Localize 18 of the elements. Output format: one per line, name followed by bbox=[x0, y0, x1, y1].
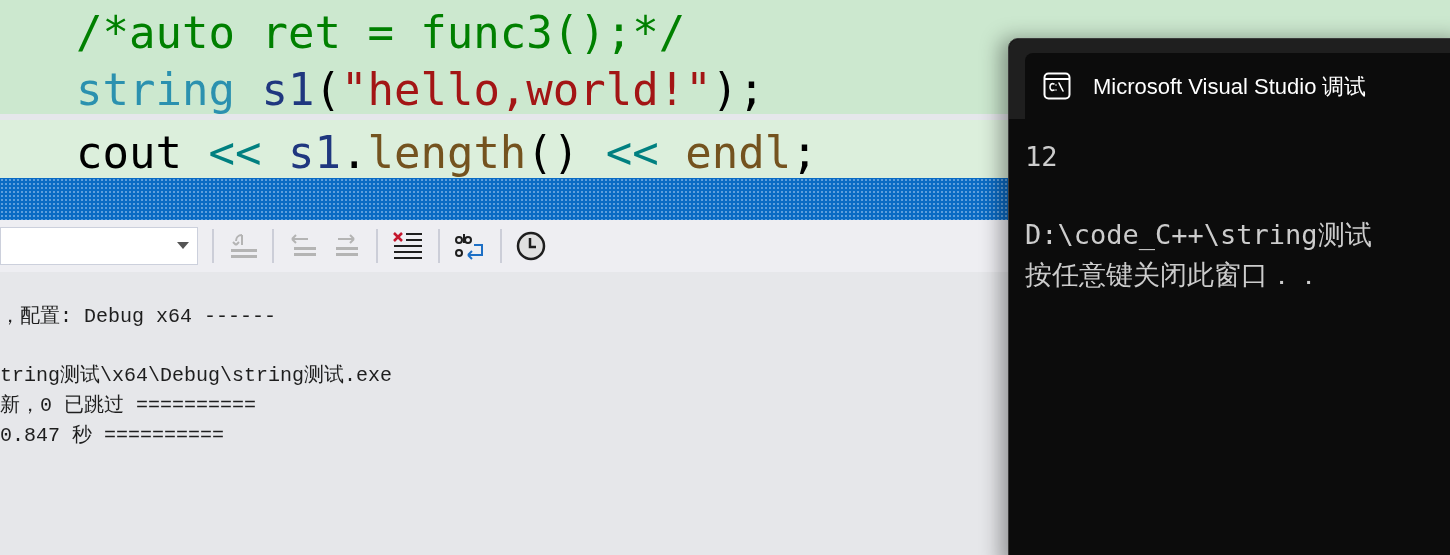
dropdown-caret-icon bbox=[177, 242, 189, 250]
console-line: D:\code_C++\string测试 bbox=[1025, 217, 1372, 252]
console-line: 12 bbox=[1025, 140, 1058, 174]
word-wrap-icon[interactable] bbox=[454, 231, 486, 261]
output-line: tring测试\x64\Debug\string测试.exe bbox=[0, 363, 393, 389]
code-line: /*auto ret = func3();*/ bbox=[76, 6, 686, 60]
terminal-icon bbox=[1043, 72, 1071, 100]
output-line: ，配置: Debug x64 ------ bbox=[0, 304, 277, 330]
console-title: Microsoft Visual Studio 调试 bbox=[1093, 72, 1367, 101]
clock-icon[interactable] bbox=[516, 231, 546, 261]
clear-all-icon[interactable] bbox=[392, 231, 424, 261]
console-line: 按任意键关闭此窗口．． bbox=[1025, 258, 1322, 292]
output-line: 0.847 秒 ========== bbox=[0, 423, 225, 449]
code-line: cout << s1.length() << endl; bbox=[76, 126, 818, 178]
code-line: string s1("hello,world!"); bbox=[76, 63, 765, 117]
output-source-dropdown[interactable] bbox=[0, 227, 198, 265]
console-tab[interactable]: Microsoft Visual Studio 调试 bbox=[1025, 53, 1450, 119]
output-line: 新，0 已跳过 ========== bbox=[0, 393, 257, 419]
